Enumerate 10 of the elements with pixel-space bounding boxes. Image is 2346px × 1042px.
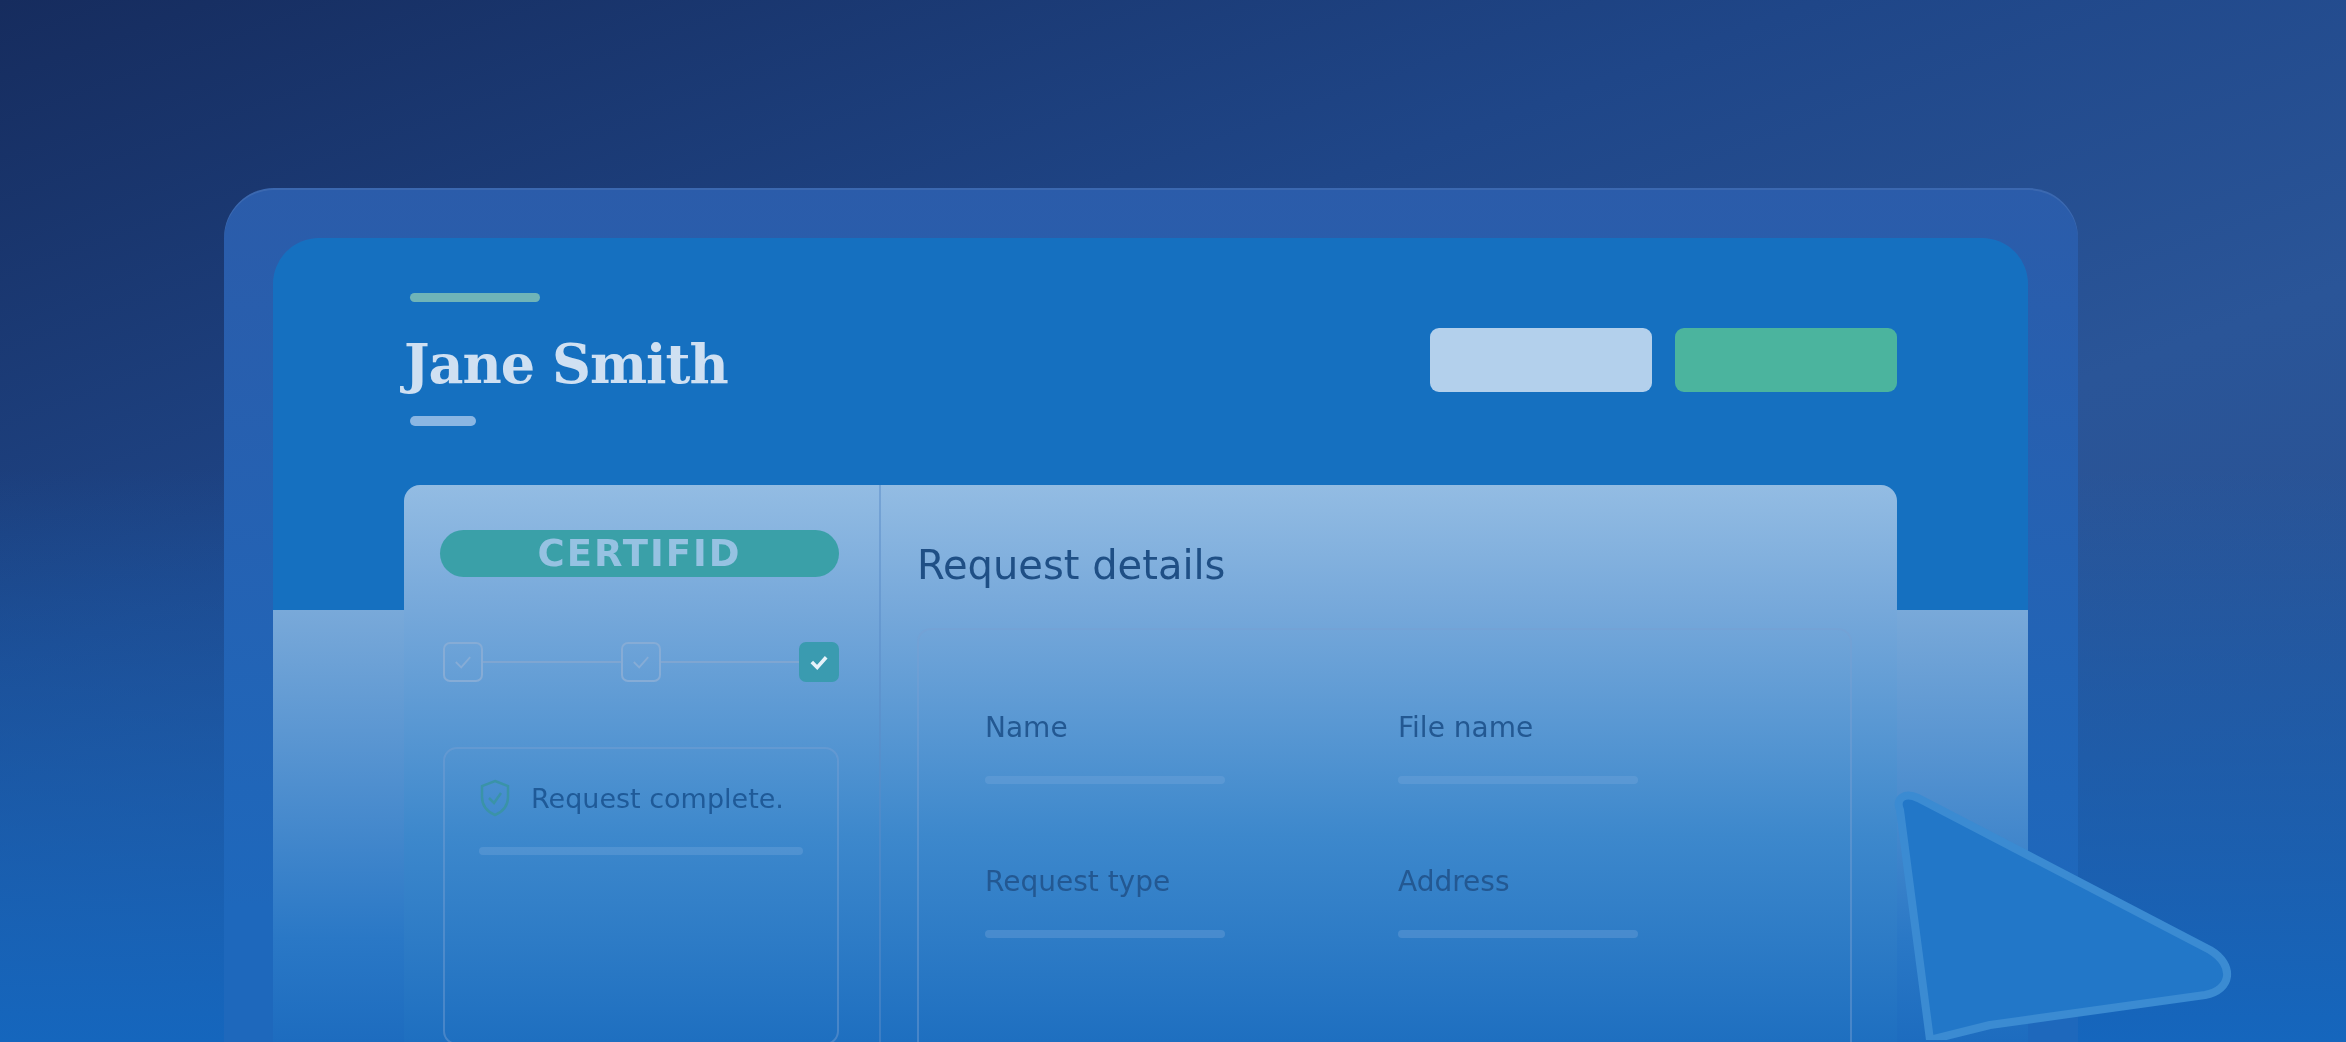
- field-label: Address: [1398, 864, 1511, 900]
- field-label: Name: [985, 710, 1069, 746]
- section-title: Request details: [917, 541, 1227, 590]
- field-label: File name: [1398, 710, 1535, 746]
- secondary-button[interactable]: [1430, 328, 1652, 392]
- primary-button[interactable]: [1675, 328, 1897, 392]
- brand-badge: CERTIFID: [440, 530, 839, 578]
- accent-line: [410, 416, 476, 426]
- shield-check-icon: [479, 779, 511, 818]
- field-label: Request type: [985, 864, 1172, 900]
